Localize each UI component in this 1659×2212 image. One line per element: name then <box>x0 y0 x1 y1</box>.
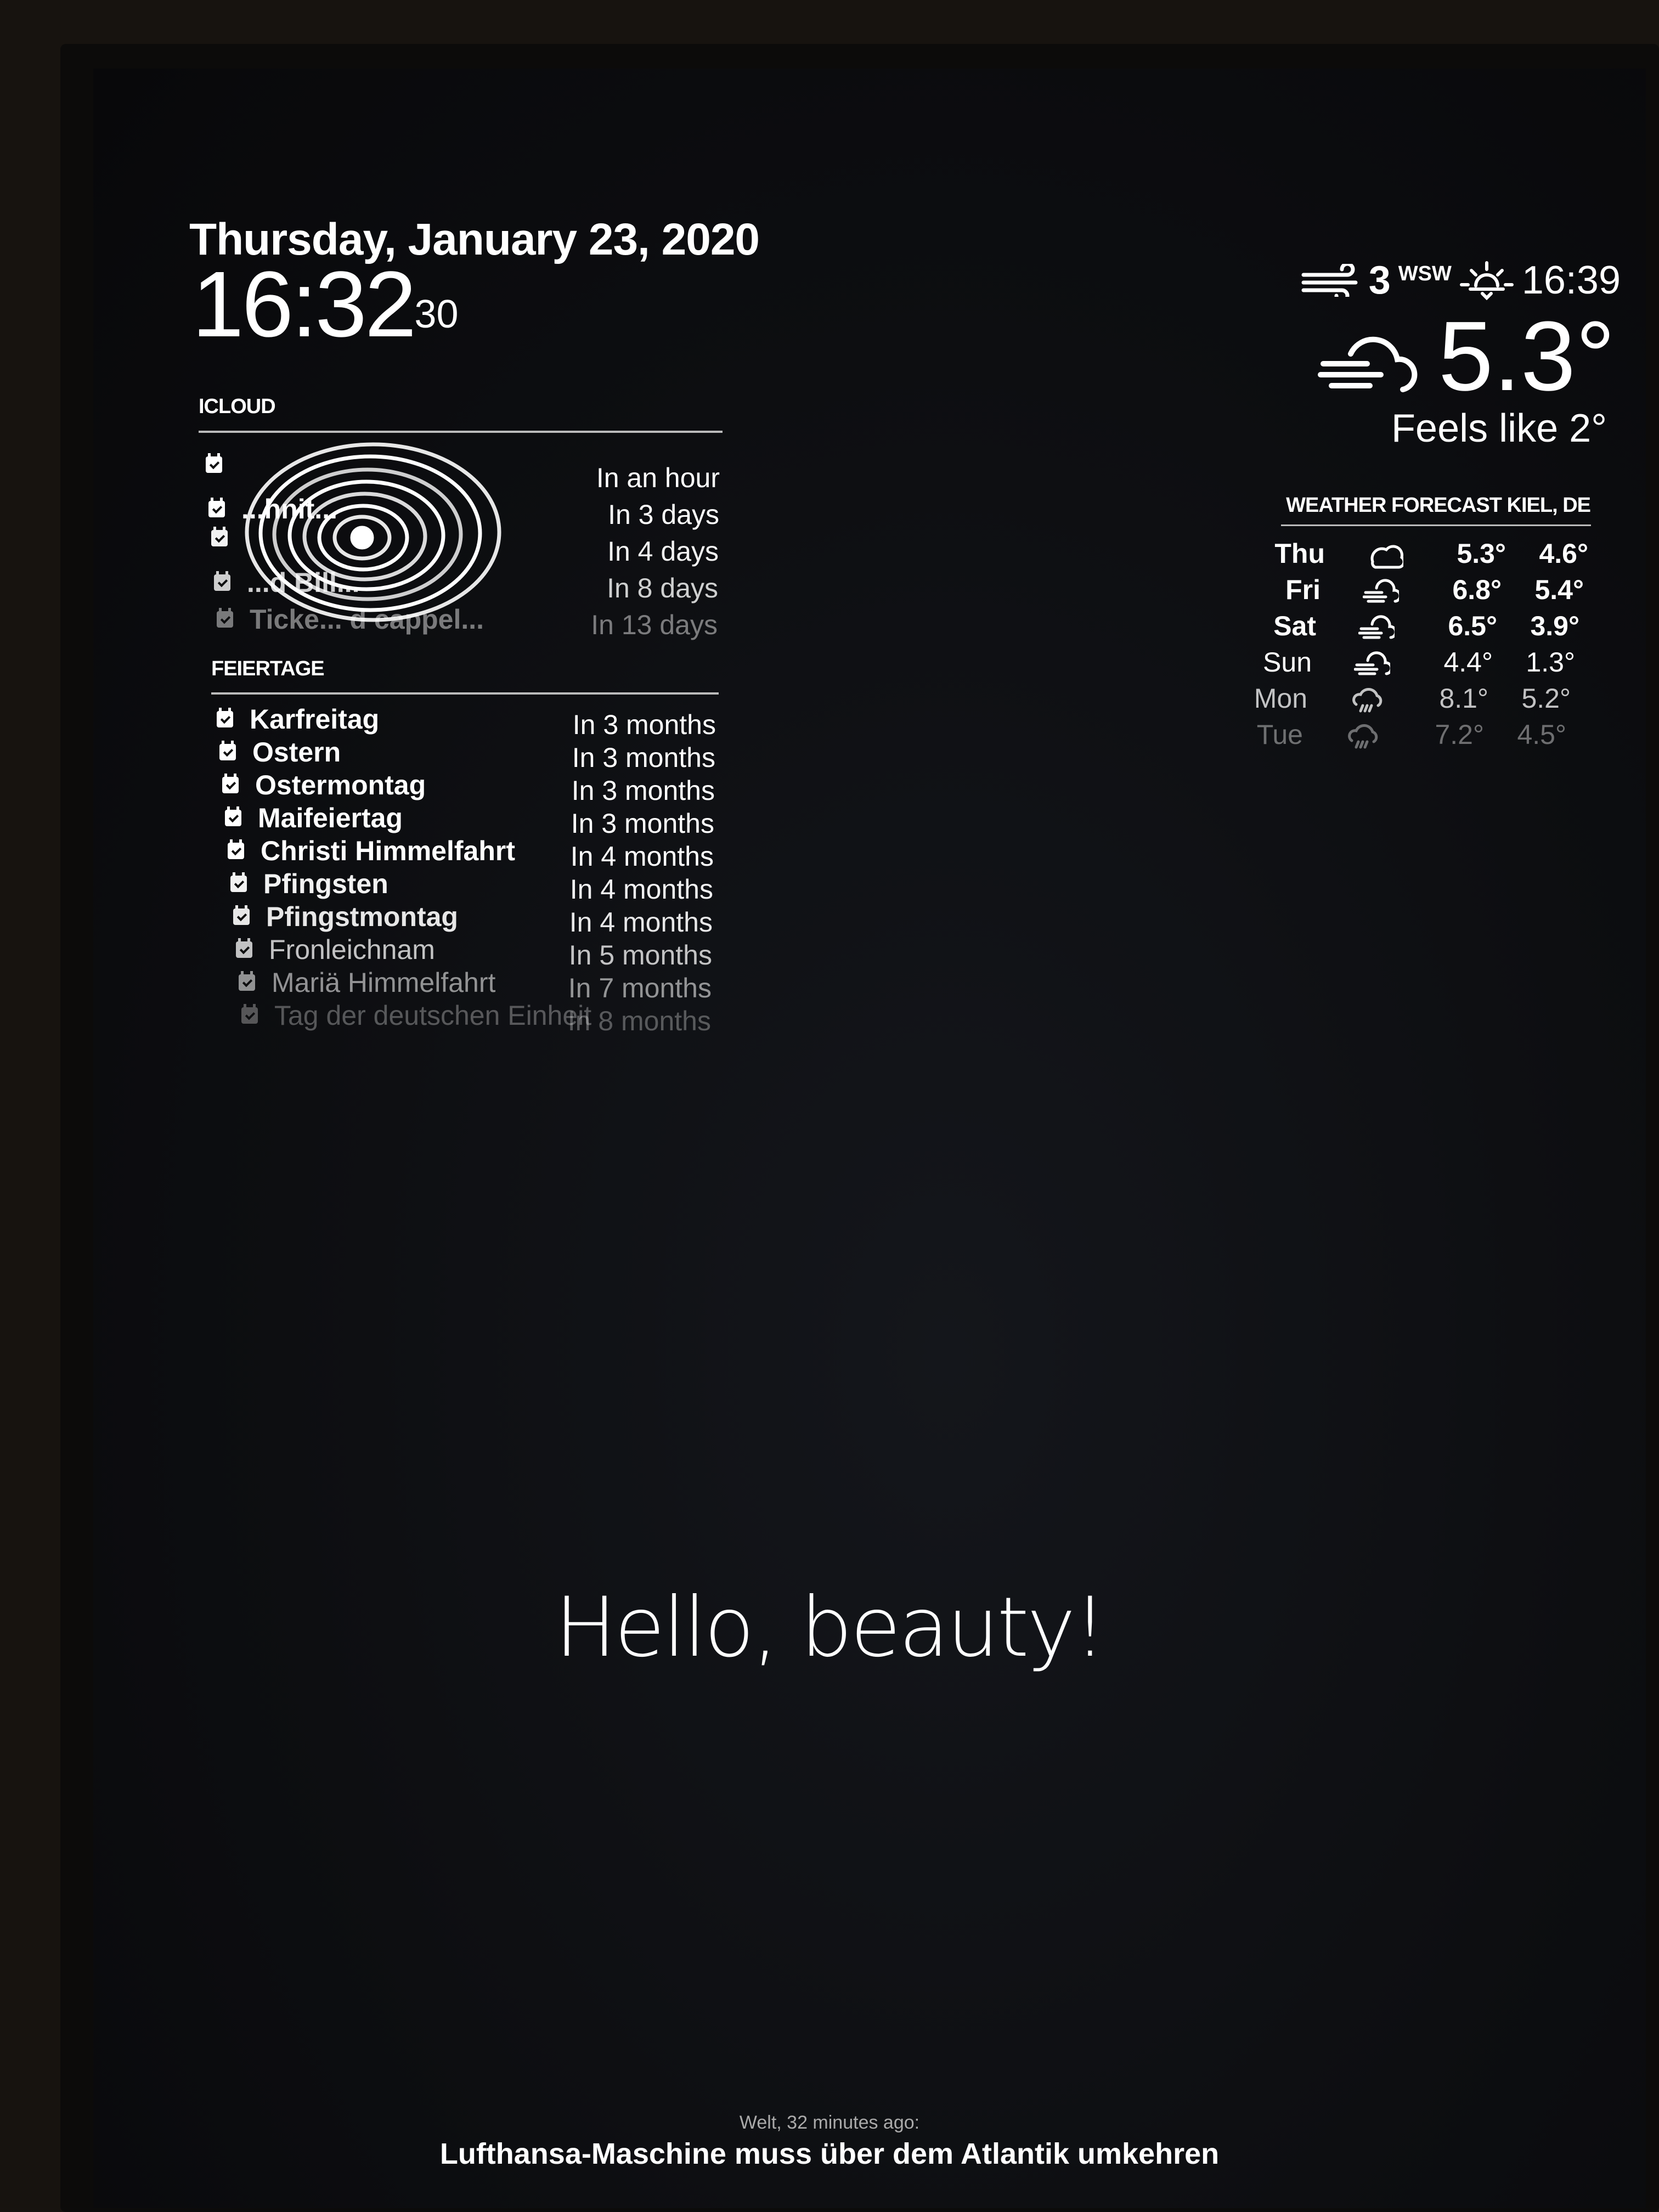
current-temperature-row: 5.3° <box>1317 301 1615 411</box>
clock-time: 16:3230 <box>192 258 459 351</box>
calendar-event: Pfingstmontag <box>233 901 458 933</box>
forecast-min-temp: 4.5° <box>1517 719 1566 750</box>
icloud-header: ICLOUD <box>199 395 276 418</box>
sunset-icon <box>1459 261 1514 301</box>
event-time: In 3 months <box>571 775 715 806</box>
event-title: Fronleichnam <box>269 934 435 965</box>
forecast-max-temp: 7.2° <box>1435 719 1484 750</box>
calendar-check-icon <box>228 839 244 859</box>
forecast-min-temp: 3.9° <box>1530 611 1579 641</box>
cloudy-icon <box>1367 540 1406 577</box>
calendar-check-icon <box>230 872 247 892</box>
sunset-time: 16:39 <box>1521 258 1621 302</box>
forecast-day: Fri <box>1285 574 1321 605</box>
event-title: Ostern <box>252 737 341 768</box>
calendar-check-icon <box>208 498 225 517</box>
calendar-check-icon <box>222 774 239 793</box>
forecast-header: WEATHER FORECAST KIEL, DE <box>1286 494 1591 517</box>
rain-icon <box>1350 685 1386 722</box>
event-time: In 3 months <box>572 742 715 773</box>
calendar-check-icon <box>236 938 252 958</box>
forecast-min-temp: 5.2° <box>1521 683 1571 714</box>
event-title: Mariä Himmelfahrt <box>272 967 496 998</box>
cloud-fog-icon <box>1353 648 1393 686</box>
event-title: Karfreitag <box>250 704 380 735</box>
cloud-fog-icon <box>1317 336 1418 392</box>
calendar-check-icon <box>217 708 233 727</box>
event-title: Pfingsten <box>263 868 388 899</box>
forecast-max-temp: 6.5° <box>1448 611 1497 641</box>
feels-like: Feels like 2° <box>1391 407 1607 450</box>
calendar-check-icon <box>233 905 250 925</box>
event-time: In an hour <box>596 462 720 493</box>
event-time: In 5 months <box>568 940 712 970</box>
cloud-fog-icon <box>1358 612 1397 650</box>
forecast-day: Mon <box>1254 683 1307 714</box>
forecast-max-temp: 4.4° <box>1443 647 1493 678</box>
calendar-event: Mariä Himmelfahrt <box>239 967 495 998</box>
event-title: Tag der deutschen Einheit <box>274 1000 592 1031</box>
event-time: In 13 days <box>591 610 718 640</box>
event-time: In 4 days <box>607 536 719 567</box>
forecast-min-temp: 5.4° <box>1534 574 1584 605</box>
calendar-event: Tag der deutschen Einheit <box>241 1000 591 1031</box>
current-temperature: 5.3° <box>1438 301 1615 411</box>
forecast-max-temp: 8.1° <box>1439 683 1488 714</box>
calendar-event: Karfreitag <box>217 703 379 735</box>
calendar-check-icon <box>211 527 228 546</box>
calendar-check-icon <box>214 571 230 591</box>
calendar-check-icon <box>239 971 255 991</box>
compliment-text: Hello, beauty! <box>555 1580 1107 1675</box>
event-time: In 8 days <box>607 573 718 603</box>
forecast-max-temp: 5.3° <box>1457 538 1506 569</box>
event-time: In 4 months <box>570 841 714 872</box>
forecast-day: Thu <box>1274 538 1325 569</box>
forecast-max-temp: 6.8° <box>1452 574 1502 605</box>
wind-direction: WSW <box>1398 262 1452 285</box>
event-time: In 8 months <box>567 1006 711 1036</box>
event-time: In 4 months <box>569 874 713 905</box>
clock-hours-minutes: 16:32 <box>192 252 416 357</box>
news-source: Welt, 32 minutes ago: <box>739 2112 920 2133</box>
event-time: In 4 months <box>569 907 713 938</box>
cloud-fog-icon <box>1362 576 1402 613</box>
clock-seconds: 30 <box>414 292 459 336</box>
forecast-day: Sun <box>1263 647 1312 678</box>
calendar-event: Ostern <box>219 736 341 768</box>
event-time: In 3 months <box>572 709 716 740</box>
calendar-check-icon <box>241 1004 258 1024</box>
calendar-event: Pfingsten <box>230 868 388 900</box>
icloud-divider <box>199 431 723 433</box>
calendar-check-icon <box>219 741 236 760</box>
event-time: In 3 months <box>571 808 714 839</box>
event-title: Christi Himmelfahrt <box>261 836 515 866</box>
calendar-event: Ostermontag <box>222 769 426 801</box>
calendar-event: Christi Himmelfahrt <box>228 835 515 867</box>
calendar-check-icon <box>206 453 222 473</box>
wind-speed: 3 <box>1368 258 1391 302</box>
feiertage-header: FEIERTAGE <box>211 657 325 680</box>
weather-top-line: 3 WSW 16:39 <box>1301 258 1621 303</box>
calendar-event: Maifeiertag <box>225 802 403 834</box>
event-time: In 3 days <box>608 499 719 530</box>
calendar-check-icon <box>225 806 241 826</box>
feiertage-divider <box>211 692 719 695</box>
privacy-swirl-overlay <box>245 442 501 622</box>
event-title: Maifeiertag <box>258 803 403 833</box>
calendar-event: Fronleichnam <box>236 934 435 966</box>
event-title: Pfingstmontag <box>266 901 458 932</box>
forecast-day: Sat <box>1273 611 1316 641</box>
wind-icon <box>1301 264 1358 297</box>
forecast-divider <box>1281 524 1591 526</box>
rain-icon <box>1345 721 1381 758</box>
forecast-min-temp: 1.3° <box>1526 647 1575 678</box>
event-title: Ostermontag <box>255 770 426 800</box>
forecast-day: Tue <box>1256 719 1303 750</box>
news-headline: Lufthansa-Maschine muss über dem Atlanti… <box>439 2137 1220 2170</box>
forecast-min-temp: 4.6° <box>1539 538 1588 569</box>
